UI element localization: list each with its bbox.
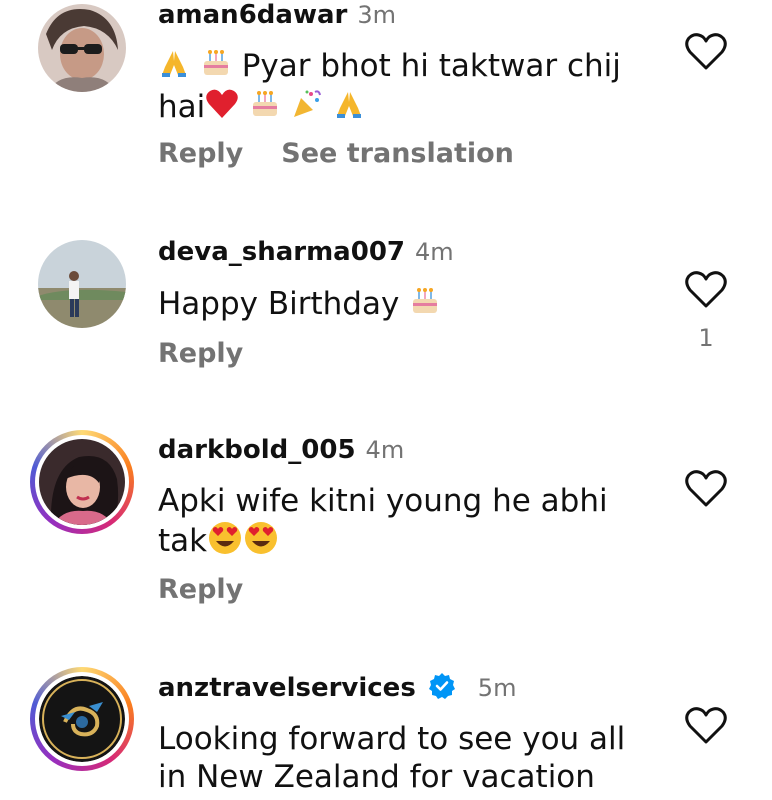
- verified-badge-icon: [428, 672, 456, 707]
- comment-text: Apki wife kitni young he abhi tak: [158, 482, 658, 565]
- reply-button[interactable]: Reply: [158, 338, 243, 369]
- avatar-story-ring[interactable]: [30, 667, 134, 771]
- like-count: 1: [698, 324, 714, 352]
- username[interactable]: aman6dawar: [158, 0, 347, 30]
- birthday-cake-icon: [200, 47, 232, 88]
- heart-outline-icon: [685, 470, 727, 507]
- like-button[interactable]: [683, 467, 729, 509]
- comment-actions: Reply See translation: [158, 138, 552, 169]
- avatar[interactable]: [38, 4, 126, 92]
- heart-eyes-icon: [243, 520, 279, 565]
- heart-eyes-icon: [207, 520, 243, 565]
- see-translation-button[interactable]: See translation: [281, 138, 514, 169]
- comment-text: Pyar bhot hi taktwar chij hai: [158, 47, 658, 129]
- reply-button[interactable]: Reply: [158, 574, 243, 605]
- heart-outline-icon: [685, 33, 727, 70]
- comment-header: deva_sharma007 4m: [158, 237, 454, 267]
- comment-text: Looking forward to see you all in New Ze…: [158, 721, 626, 795]
- birthday-cake-icon: [409, 285, 441, 326]
- folded-hands-icon: [333, 88, 365, 129]
- comment-header: aman6dawar 3m: [158, 0, 396, 30]
- like-button[interactable]: [683, 30, 729, 72]
- party-popper-icon: [291, 88, 323, 129]
- avatar: [39, 676, 125, 762]
- like-button[interactable]: [683, 704, 729, 746]
- heart-outline-icon: [685, 707, 727, 744]
- comment-header: anztravelservices 5m: [158, 672, 516, 707]
- comment-text: Happy Birthday: [158, 285, 658, 326]
- red-heart-icon: [205, 88, 239, 129]
- comment-actions: Reply: [158, 574, 281, 605]
- comment-header: darkbold_005 4m: [158, 435, 404, 465]
- avatar-story-ring[interactable]: [30, 430, 134, 534]
- timestamp: 4m: [365, 436, 405, 464]
- timestamp: 4m: [415, 238, 454, 266]
- avatar: [39, 439, 125, 525]
- username[interactable]: anztravelservices: [158, 673, 416, 703]
- birthday-cake-icon: [249, 88, 281, 129]
- folded-hands-icon: [158, 47, 190, 88]
- like-button[interactable]: [683, 268, 729, 310]
- anz-travel-logo: [39, 676, 125, 762]
- username[interactable]: deva_sharma007: [158, 237, 405, 267]
- timestamp: 3m: [357, 1, 396, 29]
- username[interactable]: darkbold_005: [158, 435, 356, 465]
- avatar[interactable]: [38, 240, 126, 328]
- reply-button[interactable]: Reply: [158, 138, 243, 169]
- comment-actions: Reply: [158, 338, 281, 369]
- heart-outline-icon: [685, 271, 727, 308]
- timestamp: 5m: [477, 674, 517, 702]
